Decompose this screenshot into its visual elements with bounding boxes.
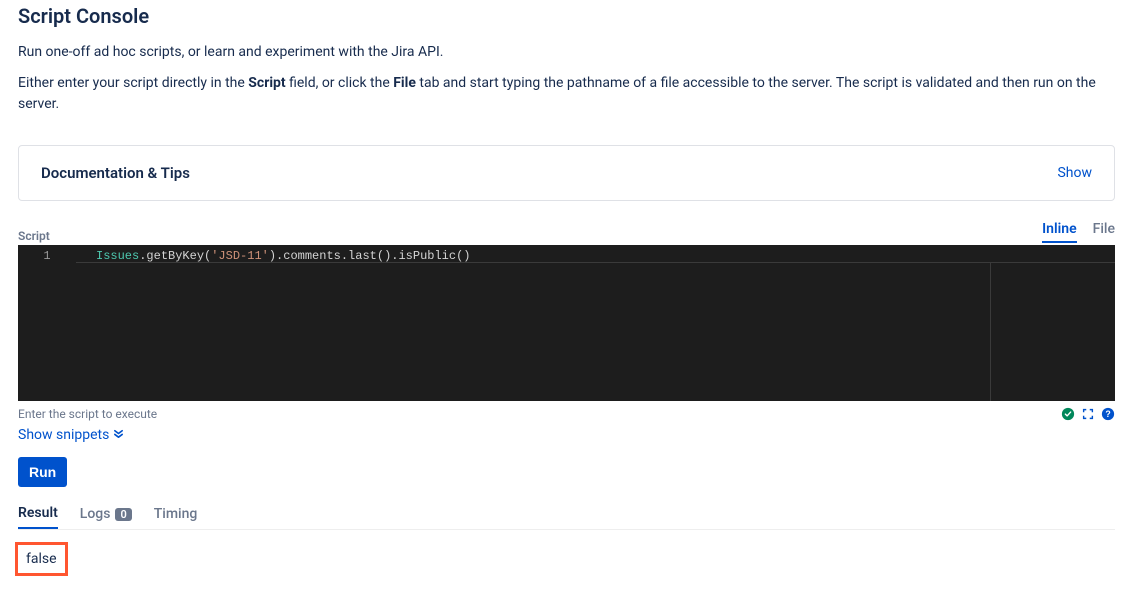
show-link[interactable]: Show <box>1057 165 1092 181</box>
svg-text:?: ? <box>1105 409 1110 419</box>
help-icon[interactable]: ? <box>1101 407 1115 421</box>
line-number: 1 <box>43 249 50 263</box>
result-output: false <box>15 542 68 576</box>
text: Either enter your script directly in the <box>18 75 248 91</box>
chevron-down-double-icon <box>113 427 124 443</box>
editor-status-icons: ? <box>1061 407 1115 421</box>
intro-line-1: Run one-off ad hoc scripts, or learn and… <box>18 42 1115 63</box>
tab-result-label: Result <box>18 505 58 521</box>
expand-icon[interactable] <box>1081 407 1095 421</box>
active-line-highlight <box>76 245 1115 263</box>
editor-mode-tabs: Inline File <box>1042 221 1115 243</box>
editor-hint: Enter the script to execute <box>18 407 157 421</box>
logs-count-badge: 0 <box>115 508 131 521</box>
editor-divider <box>990 263 991 401</box>
result-value: false <box>26 551 57 567</box>
show-snippets-label: Show snippets <box>18 427 109 443</box>
tab-timing-label: Timing <box>154 506 198 522</box>
tab-logs[interactable]: Logs 0 <box>80 505 132 529</box>
tab-timing[interactable]: Timing <box>154 505 198 529</box>
line-number-gutter: 1 <box>18 245 76 265</box>
tab-logs-label: Logs <box>80 506 111 522</box>
check-circle-icon <box>1061 407 1075 421</box>
intro-line-2: Either enter your script directly in the… <box>18 73 1115 115</box>
tab-file[interactable]: File <box>1093 221 1115 243</box>
run-button[interactable]: Run <box>18 457 67 487</box>
code-editor[interactable]: 1 Issues.getByKey('JSD-11').comments.las… <box>18 245 1115 401</box>
show-snippets-link[interactable]: Show snippets <box>18 427 124 443</box>
text: field, or click the <box>286 75 394 91</box>
tab-inline[interactable]: Inline <box>1042 221 1076 243</box>
documentation-tips-panel[interactable]: Documentation & Tips Show <box>18 145 1115 201</box>
script-field-label: Script <box>18 229 50 243</box>
page-title: Script Console <box>18 4 1115 28</box>
file-word: File <box>393 75 416 91</box>
script-word: Script <box>248 75 285 91</box>
result-tabs: Result Logs 0 Timing <box>18 505 1115 530</box>
tab-result[interactable]: Result <box>18 505 58 529</box>
documentation-tips-label: Documentation & Tips <box>41 164 190 182</box>
